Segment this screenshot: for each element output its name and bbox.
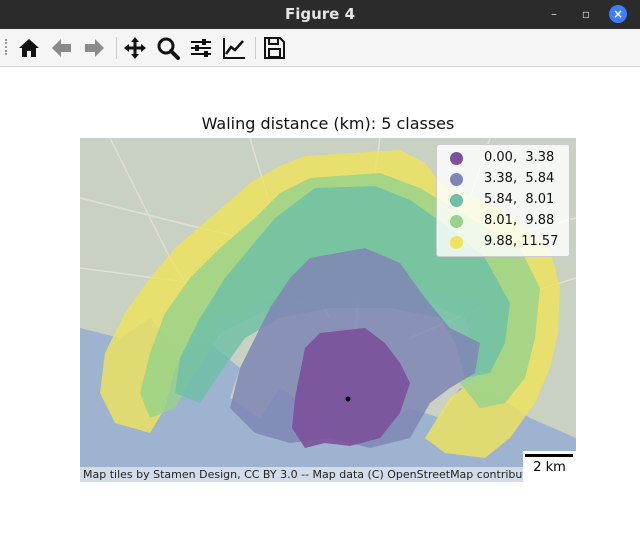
legend-item: 9.88, 11.57 <box>437 233 569 253</box>
zoom-button[interactable] <box>154 34 182 62</box>
legend-label: 5.84, 8.01 <box>484 192 555 207</box>
legend-item: 8.01, 9.88 <box>437 212 569 232</box>
magnifier-icon <box>157 37 180 60</box>
legend-label: 8.01, 9.88 <box>484 213 555 228</box>
edit-axis-button[interactable] <box>220 34 248 62</box>
navigation-toolbar <box>0 29 640 67</box>
scale-bar: 2 km <box>523 451 576 482</box>
map-legend: 0.00, 3.38 3.38, 5.84 5.84, 8.01 8.01, 9… <box>436 144 570 257</box>
figure-canvas[interactable]: Waling distance (km): 5 classes 0.00, 3.… <box>0 67 640 547</box>
legend-swatch-circle <box>450 236 463 249</box>
configure-subplots-button[interactable] <box>187 34 215 62</box>
save-button[interactable] <box>260 34 288 62</box>
map-attribution: Map tiles by Stamen Design, CC BY 3.0 --… <box>80 467 526 482</box>
legend-label: 9.88, 11.57 <box>484 234 559 249</box>
toolbar-separator <box>116 37 117 59</box>
window-titlebar: Figure 4 – ▫ × <box>0 0 640 29</box>
pan-button[interactable] <box>121 34 149 62</box>
line-chart-icon <box>223 38 245 59</box>
back-button[interactable] <box>48 34 76 62</box>
plot-title: Waling distance (km): 5 classes <box>201 114 455 133</box>
move-icon <box>124 37 146 59</box>
legend-swatch-circle <box>450 215 463 228</box>
close-button[interactable]: × <box>609 5 627 23</box>
legend-swatch-circle <box>450 194 463 207</box>
toolbar-separator <box>255 37 256 59</box>
window-title: Figure 4 <box>284 5 356 23</box>
sliders-icon <box>191 39 211 57</box>
legend-item: 3.38, 5.84 <box>437 170 569 190</box>
maximize-button[interactable]: ▫ <box>577 5 595 23</box>
arrow-right-icon <box>85 39 104 57</box>
home-icon <box>19 39 39 57</box>
home-button[interactable] <box>15 34 43 62</box>
map-axes[interactable]: 0.00, 3.38 3.38, 5.84 5.84, 8.01 8.01, 9… <box>80 138 576 482</box>
forward-button[interactable] <box>80 34 108 62</box>
legend-swatch-circle <box>450 173 463 186</box>
toolbar-grip[interactable] <box>5 39 10 55</box>
legend-label: 0.00, 3.38 <box>484 150 555 165</box>
legend-swatch-circle <box>450 152 463 165</box>
arrow-left-icon <box>52 39 71 57</box>
floppy-disk-icon <box>264 37 285 59</box>
origin-point <box>345 396 351 402</box>
legend-item: 5.84, 8.01 <box>437 191 569 211</box>
scale-bar-label: 2 km <box>533 460 566 475</box>
legend-item: 0.00, 3.38 <box>437 149 569 169</box>
legend-label: 3.38, 5.84 <box>484 171 555 186</box>
minimize-button[interactable]: – <box>545 5 563 23</box>
scale-bar-line <box>525 454 573 457</box>
